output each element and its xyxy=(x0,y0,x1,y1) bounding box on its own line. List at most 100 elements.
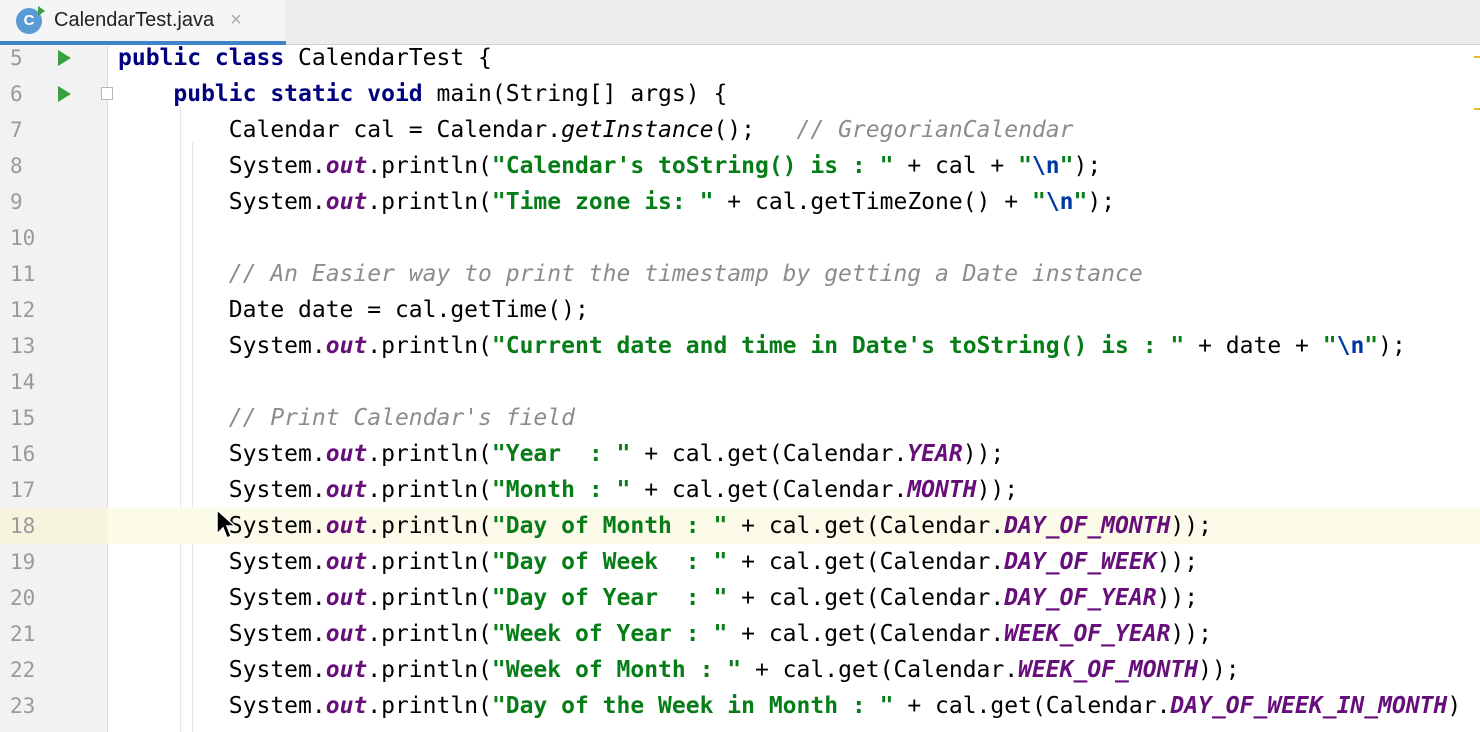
code-token: Calendar cal = Calendar. xyxy=(118,117,562,143)
scrollbar-marker[interactable] xyxy=(1474,56,1480,58)
code-line-11[interactable]: 11 // An Easier way to print the timesta… xyxy=(0,256,1480,292)
line-number: 23 xyxy=(10,694,36,718)
code-token: + cal.get(Calendar. xyxy=(727,621,1005,647)
code-token: )); xyxy=(962,441,1005,467)
gutter-cell: 14 xyxy=(0,364,108,400)
gutter-cell: 9 xyxy=(0,184,108,220)
code-text: System.out.println("Month : " + cal.get(… xyxy=(118,472,1018,508)
code-token: main(String[] args) { xyxy=(436,81,728,107)
code-token: "Week of Month : " xyxy=(491,657,742,683)
code-line-17[interactable]: 17 System.out.println("Month : " + cal.g… xyxy=(0,472,1480,508)
gutter-cell: 5 xyxy=(0,40,108,76)
gutter-cell: 7 xyxy=(0,112,108,148)
line-number: 11 xyxy=(10,262,36,286)
code-token: out xyxy=(325,693,368,719)
code-token: )); xyxy=(1170,621,1212,647)
code-text: System.out.println("Week of Month : " + … xyxy=(118,652,1240,688)
code-token: out xyxy=(325,657,368,683)
run-icon[interactable] xyxy=(58,86,71,102)
code-text: System.out.println("Day of Month : " + c… xyxy=(118,508,1212,544)
code-line-13[interactable]: 13 System.out.println("Current date and … xyxy=(0,328,1480,364)
line-number: 13 xyxy=(10,334,36,358)
line-number: 7 xyxy=(10,118,23,142)
code-token: \n xyxy=(1031,153,1060,179)
code-token: System. xyxy=(118,441,326,467)
code-token: (); xyxy=(713,117,797,143)
code-token: out xyxy=(325,441,368,467)
code-line-19[interactable]: 19 System.out.println("Day of Week : " +… xyxy=(0,544,1480,580)
code-token: .println( xyxy=(367,549,492,575)
gutter-cell: 17 xyxy=(0,472,108,508)
code-token: .println( xyxy=(367,513,492,539)
code-line-8[interactable]: 8 System.out.println("Calendar's toStrin… xyxy=(0,148,1480,184)
line-number: 18 xyxy=(10,514,36,538)
code-token: CalendarTest { xyxy=(298,45,492,71)
code-token: MONTH xyxy=(907,477,977,503)
code-line-15[interactable]: 15 // Print Calendar's field xyxy=(0,400,1480,436)
code-token: " xyxy=(1031,189,1046,215)
code-text: System.out.println("Day of the Week in M… xyxy=(118,688,1461,724)
code-text: System.out.println("Day of Week : " + ca… xyxy=(118,544,1198,580)
code-token: + cal + xyxy=(893,153,1019,179)
editor-tab-bar: C CalendarTest.java × xyxy=(0,0,1480,45)
scrollbar-marker[interactable] xyxy=(1474,108,1480,110)
code-token: System. xyxy=(118,333,326,359)
code-editor[interactable]: 5 public class CalendarTest {6 public sta… xyxy=(0,45,1480,732)
code-token: "Day of Month : " xyxy=(491,513,728,539)
code-token: " xyxy=(1018,153,1032,179)
code-line-12[interactable]: 12 Date date = cal.getTime(); xyxy=(0,292,1480,328)
fold-icon[interactable] xyxy=(101,87,113,100)
run-icon[interactable] xyxy=(58,50,71,66)
code-token: System. xyxy=(118,153,326,179)
code-token: WEEK_OF_YEAR xyxy=(1004,621,1171,647)
code-token: "Week of Year : " xyxy=(491,621,728,647)
code-token: DAY_OF_YEAR xyxy=(1004,585,1157,611)
code-token: // GregorianCalendar xyxy=(796,117,1074,143)
line-number: 10 xyxy=(10,226,36,250)
code-line-14[interactable]: 14 xyxy=(0,364,1480,400)
line-number: 14 xyxy=(10,370,36,394)
code-token: .println( xyxy=(367,657,492,683)
tab-calendartest-java[interactable]: C CalendarTest.java × xyxy=(0,0,286,45)
code-text: // Print Calendar's field xyxy=(118,400,575,436)
code-line-6[interactable]: 6 public static void main(String[] args)… xyxy=(0,76,1480,112)
code-line-16[interactable]: 16 System.out.println("Year : " + cal.ge… xyxy=(0,436,1480,472)
code-token: + cal.get(Calendar. xyxy=(741,657,1019,683)
code-line-9[interactable]: 9 System.out.println("Time zone is: " + … xyxy=(0,184,1480,220)
code-line-5[interactable]: 5 public class CalendarTest { xyxy=(0,40,1480,76)
code-token: + cal.get(Calendar. xyxy=(630,477,908,503)
code-line-20[interactable]: 20 System.out.println("Day of Year : " +… xyxy=(0,580,1480,616)
code-token: .println( xyxy=(367,333,492,359)
code-token: )); xyxy=(1156,549,1199,575)
gutter-cell: 18 xyxy=(0,508,108,544)
code-token: " xyxy=(1364,333,1379,359)
code-text: public class CalendarTest { xyxy=(118,40,492,76)
line-number: 20 xyxy=(10,586,36,610)
code-token: System. xyxy=(118,477,326,503)
close-icon[interactable]: × xyxy=(230,9,242,32)
code-line-22[interactable]: 22 System.out.println("Week of Month : "… xyxy=(0,652,1480,688)
code-token: System. xyxy=(118,621,326,647)
code-token: public class xyxy=(118,45,299,71)
line-number: 12 xyxy=(10,298,36,322)
code-token: out xyxy=(325,333,368,359)
code-token: out xyxy=(325,585,368,611)
code-line-7[interactable]: 7 Calendar cal = Calendar.getInstance();… xyxy=(0,112,1480,148)
code-token: // Print Calendar's field xyxy=(228,405,575,431)
code-token: + cal.get(Calendar. xyxy=(630,441,908,467)
code-token: out xyxy=(325,621,368,647)
line-number: 21 xyxy=(10,622,36,646)
code-text: System.out.println("Calendar's toString(… xyxy=(118,148,1101,184)
code-token: ); xyxy=(1073,153,1102,179)
line-number: 22 xyxy=(10,658,36,682)
gutter-cell: 10 xyxy=(0,220,108,256)
code-line-23[interactable]: 23 System.out.println("Day of the Week i… xyxy=(0,688,1480,724)
tab-filename: CalendarTest.java xyxy=(54,9,215,31)
code-token: System. xyxy=(118,549,326,575)
code-text: System.out.println("Week of Year : " + c… xyxy=(118,616,1212,652)
code-line-21[interactable]: 21 System.out.println("Week of Year : " … xyxy=(0,616,1480,652)
code-token: "Calendar's toString() is : " xyxy=(491,153,894,179)
code-line-10[interactable]: 10 xyxy=(0,220,1480,256)
code-token: + date + xyxy=(1184,333,1323,359)
